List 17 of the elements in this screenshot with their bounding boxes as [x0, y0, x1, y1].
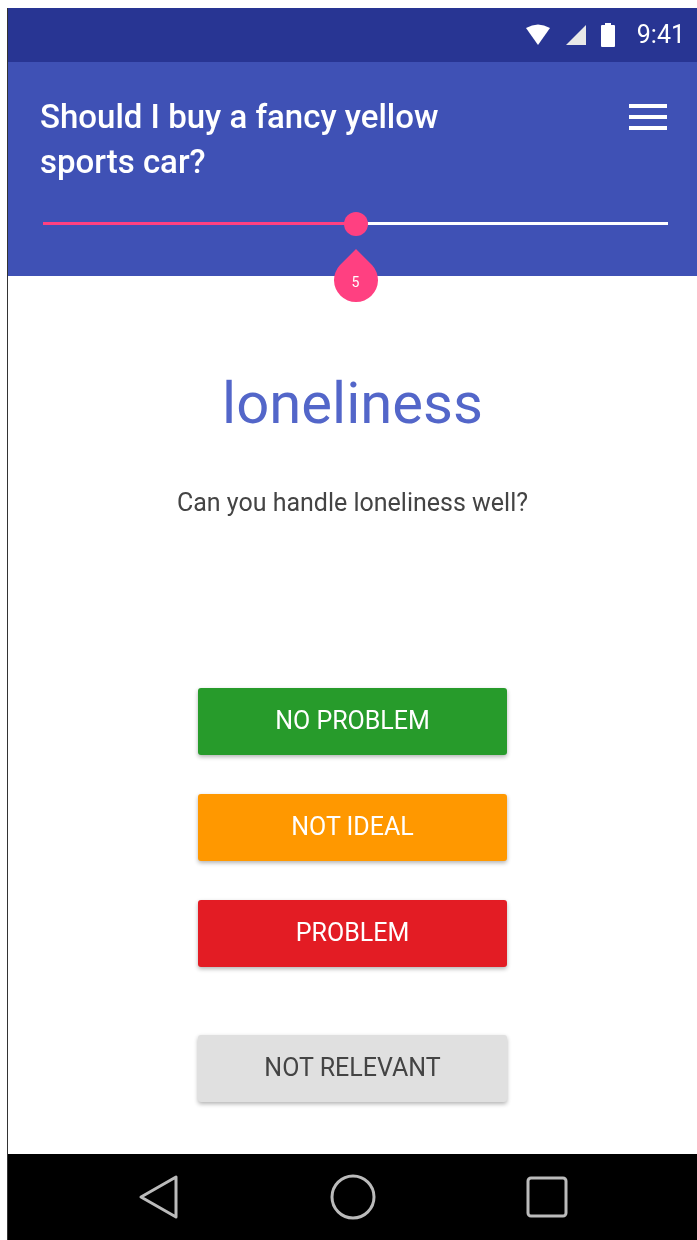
menu-icon[interactable]	[629, 104, 667, 130]
answer-button[interactable]: PROBLEM	[198, 899, 507, 967]
answer-button[interactable]: NO PROBLEM	[198, 687, 507, 755]
wifi-icon	[524, 24, 551, 46]
question-text: Can you handle loneliness well?	[176, 487, 529, 519]
topic-title: loneliness	[222, 368, 483, 438]
home-icon[interactable]	[329, 1174, 376, 1220]
status-time: 9:41	[636, 19, 685, 52]
back-icon[interactable]	[137, 1174, 180, 1220]
slider-value: 5	[350, 273, 361, 292]
app-title: Should I buy a fancy yellow sports car?	[40, 96, 440, 183]
battery-icon	[600, 23, 615, 47]
slider[interactable]: 5	[43, 211, 668, 307]
skip-button[interactable]: NOT RELEVANT	[198, 1034, 507, 1102]
signal-icon	[564, 24, 587, 46]
answer-button[interactable]: NOT IDEAL	[198, 793, 507, 861]
recents-icon[interactable]	[525, 1176, 568, 1218]
